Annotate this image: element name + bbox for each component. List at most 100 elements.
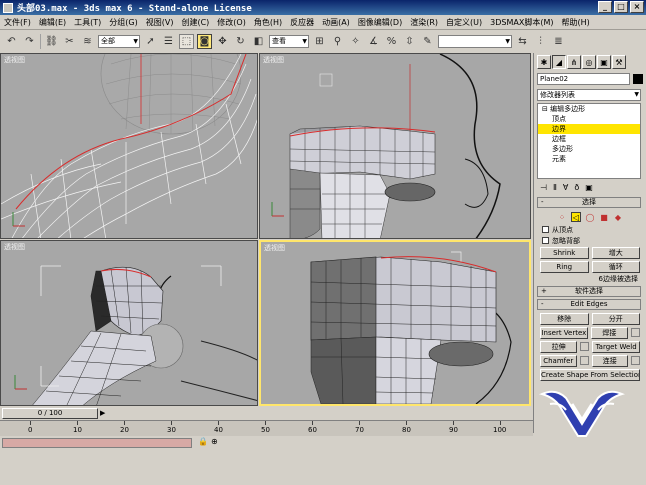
app-icon[interactable] (3, 2, 13, 13)
snap-toggle-icon[interactable]: ✧ (348, 34, 363, 49)
viewport-bottom-right[interactable]: 透视图 (259, 240, 531, 406)
unlink-icon[interactable]: ✂ (62, 34, 77, 49)
menu-rendering[interactable]: 渲染(R) (406, 17, 442, 28)
viewport-label[interactable]: 透视图 (4, 55, 25, 65)
select-and-link-icon[interactable]: ⛓ (44, 34, 59, 49)
pin-stack-icon[interactable]: ⊣ (540, 183, 547, 193)
menu-modifiers[interactable]: 修改(O) (213, 17, 250, 28)
menu-views[interactable]: 视图(V) (142, 17, 178, 28)
modify-tab-icon[interactable]: ◢ (552, 55, 566, 69)
select-and-move-icon[interactable]: ✥ (215, 34, 230, 49)
make-unique-icon[interactable]: ∀ (563, 183, 568, 193)
stack-item-element[interactable]: 元素 (538, 154, 640, 164)
target-weld-button[interactable]: Target Weld (592, 341, 640, 353)
menu-customize[interactable]: 自定义(U) (442, 17, 486, 28)
reference-coordinate-dropdown[interactable]: 查看 (269, 34, 309, 48)
create-shape-button[interactable]: Create Shape From Selection (540, 369, 640, 381)
menu-character[interactable]: 角色(H) (250, 17, 286, 28)
ignore-backfacing-checkbox-row[interactable]: 忽略背部 (534, 235, 646, 246)
remove-modifier-icon[interactable]: ð (574, 183, 579, 193)
redo-icon[interactable]: ↷ (22, 34, 37, 49)
menu-graph-editors[interactable]: 图像编辑(D) (354, 17, 406, 28)
viewport-top-left[interactable]: 透视图 (0, 53, 258, 239)
modifier-list-dropdown[interactable]: 修改器列表 (537, 89, 641, 101)
align-icon[interactable]: ⫶ (533, 34, 548, 49)
extrude-button[interactable]: 拉伸 (540, 341, 578, 353)
ring-button[interactable]: Ring (540, 261, 589, 273)
by-vertex-checkbox-row[interactable]: 从顶点 (534, 224, 646, 235)
object-color-swatch[interactable] (633, 74, 643, 84)
loop-button[interactable]: 循环 (591, 261, 640, 273)
viewport-top-right[interactable]: 透视图 (259, 53, 531, 239)
stack-item-border[interactable]: 边框 (538, 134, 640, 144)
window-crossing-icon[interactable]: ◙ (197, 33, 212, 49)
menu-reactor[interactable]: 反应器 (286, 17, 318, 28)
named-selection-dropdown[interactable] (438, 34, 512, 48)
utilities-tab-icon[interactable]: ⚒ (612, 55, 626, 69)
ignore-backfacing-checkbox[interactable] (542, 237, 549, 244)
hierarchy-tab-icon[interactable]: ⋔ (567, 55, 581, 69)
border-level-icon[interactable]: ◯ (585, 212, 595, 222)
angle-snap-icon[interactable]: ∡ (366, 34, 381, 49)
vertex-level-icon[interactable]: ⁘ (557, 212, 567, 222)
select-and-rotate-icon[interactable]: ↻ (233, 34, 248, 49)
menu-create[interactable]: 创建(C) (177, 17, 213, 28)
edge-level-icon[interactable]: ◁ (571, 212, 581, 222)
rectangular-selection-icon[interactable]: ⬚ (179, 33, 194, 49)
menu-file[interactable]: 文件(F) (0, 17, 35, 28)
menu-group[interactable]: 分组(G) (105, 17, 141, 28)
track-bar[interactable]: 0 10 20 30 40 50 60 70 80 90 100 (0, 420, 533, 436)
chamfer-button[interactable]: Chamfer (540, 355, 577, 367)
mirror-icon[interactable]: ⇆ (515, 34, 530, 49)
minimize-button[interactable]: _ (598, 1, 612, 13)
soft-selection-rollout-header[interactable]: + 软件选择 (537, 286, 641, 297)
polygon-level-icon[interactable]: ■ (599, 212, 609, 222)
absolute-mode-icon[interactable]: ⊕ (211, 437, 218, 446)
object-name-field[interactable]: Plane02 (537, 73, 631, 85)
viewport-label[interactable]: 透视图 (4, 242, 25, 252)
spinner-snap-icon[interactable]: ⇳ (402, 34, 417, 49)
menu-help[interactable]: 帮助(H) (557, 17, 593, 28)
select-object-icon[interactable]: ➚ (143, 34, 158, 49)
viewport-label[interactable]: 透视图 (264, 243, 285, 253)
weld-settings-icon[interactable] (631, 328, 640, 337)
display-tab-icon[interactable]: ▣ (597, 55, 611, 69)
show-end-result-icon[interactable]: Ⅱ (553, 183, 557, 193)
configure-modifier-sets-icon[interactable]: ▣ (585, 183, 593, 193)
menu-animation[interactable]: 动画(A) (318, 17, 354, 28)
stack-item-edge[interactable]: 边界 (538, 124, 640, 134)
viewport-label[interactable]: 透视图 (263, 55, 284, 65)
edit-edges-rollout-header[interactable]: - Edit Edges (537, 299, 641, 310)
viewport-bottom-left[interactable]: 透视图 (0, 240, 258, 406)
selection-filter-dropdown[interactable]: 全部 (98, 34, 140, 48)
grow-button[interactable]: 增大 (591, 247, 640, 259)
maxscript-listener-field[interactable] (2, 438, 192, 448)
edit-named-selection-icon[interactable]: ✎ (420, 34, 435, 49)
chamfer-settings-icon[interactable] (579, 356, 589, 365)
by-vertex-checkbox[interactable] (542, 226, 549, 233)
extrude-settings-icon[interactable] (580, 342, 590, 351)
menu-tools[interactable]: 工具(T) (70, 17, 105, 28)
layer-manager-icon[interactable]: ≣ (551, 34, 566, 49)
weld-button[interactable]: 焊接 (590, 327, 628, 339)
stack-item-vertex[interactable]: 顶点 (538, 114, 640, 124)
shrink-button[interactable]: Shrink (540, 247, 589, 259)
maximize-button[interactable]: □ (614, 1, 628, 13)
close-button[interactable]: × (630, 1, 644, 13)
stack-item-polygon[interactable]: 多边形 (538, 144, 640, 154)
create-tab-icon[interactable]: ✱ (537, 55, 551, 69)
bind-space-warp-icon[interactable]: ≋ (80, 34, 95, 49)
motion-tab-icon[interactable]: ◎ (582, 55, 596, 69)
select-by-name-icon[interactable]: ☰ (161, 34, 176, 49)
connect-settings-icon[interactable] (631, 356, 640, 365)
menu-maxscript[interactable]: 3DSMAX脚本(M) (486, 17, 557, 28)
split-button[interactable]: 分开 (591, 313, 640, 325)
lock-selection-icon[interactable]: 🔒 (198, 437, 208, 446)
menu-edit[interactable]: 编辑(E) (35, 17, 70, 28)
time-slider[interactable]: 0 / 100 ▶ (0, 407, 533, 420)
select-and-manipulate-icon[interactable]: ⚲ (330, 34, 345, 49)
pivot-center-icon[interactable]: ⊞ (312, 34, 327, 49)
stack-item-edit-poly[interactable]: ⊟ 编辑多边形 (538, 104, 640, 114)
remove-button[interactable]: 移除 (540, 313, 589, 325)
percent-snap-icon[interactable]: % (384, 34, 399, 49)
